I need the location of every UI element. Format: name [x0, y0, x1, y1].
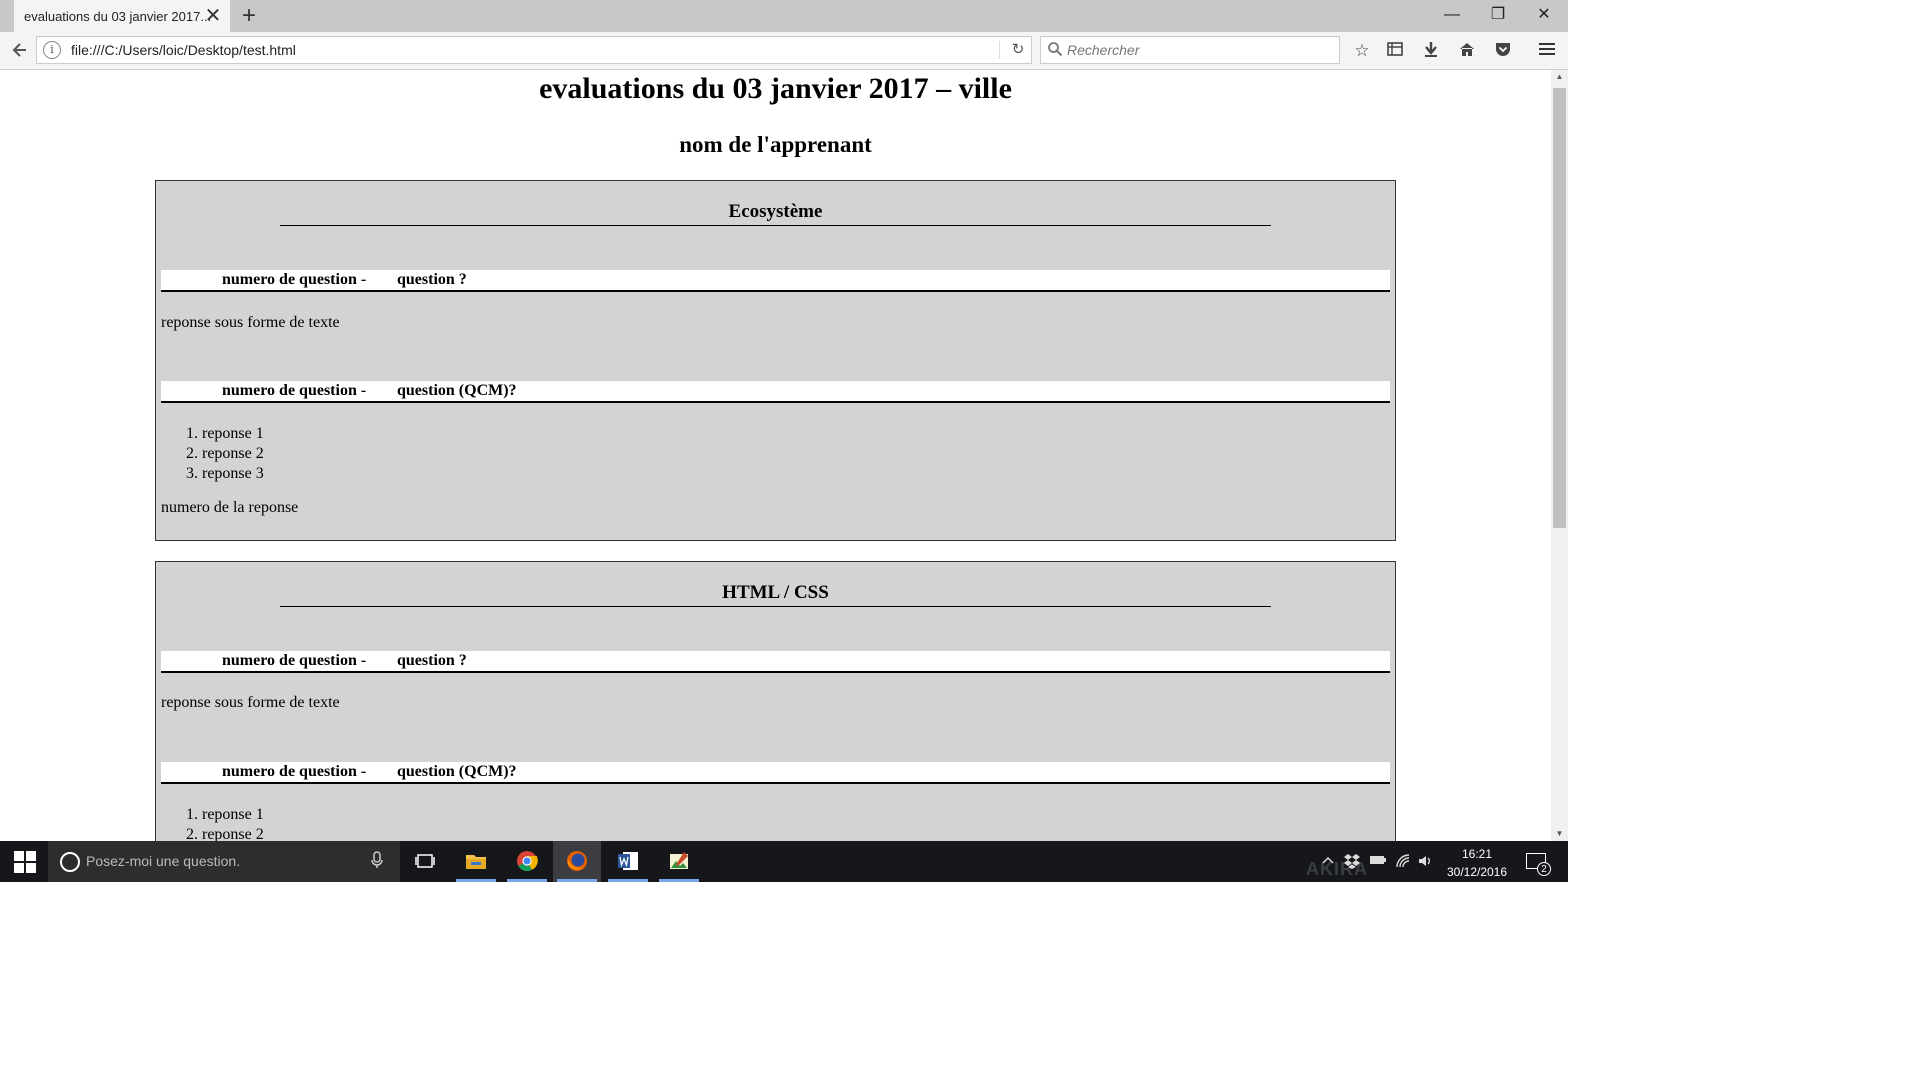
clock-date: 30/12/2016 [1446, 865, 1508, 879]
tab-bar: evaluations du 03 janvier 2017... ✕ + — … [0, 0, 1568, 32]
cortana-placeholder: Posez-moi une question. [86, 853, 241, 869]
home-icon[interactable] [1455, 40, 1479, 62]
menu-icon[interactable] [1535, 40, 1559, 62]
close-tab-icon[interactable]: ✕ [202, 5, 224, 27]
url-text[interactable]: file:///C:/Users/loic/Desktop/test.html [71, 42, 296, 58]
bookmarks-list-icon[interactable] [1383, 40, 1407, 62]
question-text: question (QCM)? [397, 382, 517, 399]
question-number: numero de question - [222, 271, 367, 288]
chevron-up-icon[interactable] [1321, 853, 1335, 870]
search-placeholder: Rechercher [1067, 42, 1140, 58]
firefox-icon[interactable] [553, 841, 601, 882]
answer-option: reponse 3 [202, 464, 264, 484]
page-title: evaluations du 03 janvier 2017 – ville [539, 72, 1012, 105]
nav-bar: i file:///C:/Users/loic/Desktop/test.htm… [0, 32, 1568, 70]
question-text: question (QCM)? [397, 763, 517, 780]
section-title: HTML / CSS [280, 582, 1271, 607]
selected-answer: numero de la reponse [161, 499, 299, 516]
close-window-icon[interactable]: ✕ [1521, 0, 1567, 30]
text-answer: reponse sous forme de texte [161, 694, 340, 711]
page-scrollbar[interactable]: ▲ ▼ [1551, 70, 1568, 841]
section-html-css: HTML / CSS numero de question - question… [155, 561, 1396, 841]
question-number: numero de question - [222, 652, 367, 669]
text-answer: reponse sous forme de texte [161, 314, 340, 331]
question-text: question ? [397, 271, 467, 288]
windows-start-icon[interactable] [14, 851, 36, 873]
back-arrow-icon[interactable] [8, 40, 32, 62]
volume-icon[interactable] [1418, 853, 1434, 872]
page-viewport: evaluations du 03 janvier 2017 – ville n… [0, 70, 1551, 841]
scroll-up-icon[interactable]: ▲ [1551, 70, 1568, 84]
question-header: numero de question - question ? [161, 270, 1390, 292]
answer-option: reponse 1 [202, 805, 264, 825]
cortana-search-box[interactable]: Posez-moi une question. [48, 841, 400, 882]
question-header: numero de question - question (QCM)? [161, 381, 1390, 403]
cortana-icon [60, 852, 80, 872]
reload-icon[interactable]: ↻ [1007, 39, 1029, 61]
section-ecosysteme: Ecosystème numero de question - question… [155, 180, 1396, 541]
image-editor-icon[interactable] [655, 841, 703, 882]
learner-name: nom de l'apprenant [679, 132, 872, 157]
search-icon [1047, 41, 1065, 59]
download-icon[interactable] [1419, 40, 1443, 62]
question-header: numero de question - question ? [161, 651, 1390, 673]
word-icon[interactable] [604, 841, 652, 882]
battery-icon[interactable] [1369, 853, 1387, 870]
pocket-icon[interactable] [1491, 40, 1515, 62]
bookmark-star-icon[interactable]: ☆ [1350, 40, 1374, 62]
wifi-icon[interactable] [1395, 853, 1413, 872]
answer-option: reponse 2 [202, 444, 264, 464]
windows-taskbar: Posez-moi une question. AKIRA 16:21 30/1… [0, 841, 1568, 882]
chrome-icon[interactable] [503, 841, 551, 882]
question-number: numero de question - [222, 763, 367, 780]
answer-options: reponse 1 reponse 2 [161, 805, 264, 841]
task-view-icon[interactable] [401, 841, 449, 882]
microphone-icon[interactable] [370, 851, 384, 871]
question-number: numero de question - [222, 382, 367, 399]
answer-option: reponse 2 [202, 825, 264, 841]
browser-tab[interactable]: evaluations du 03 janvier 2017... ✕ [14, 0, 230, 32]
restore-icon[interactable]: ❐ [1475, 0, 1521, 30]
section-title: Ecosystème [280, 201, 1271, 226]
clock-time: 16:21 [1461, 847, 1493, 861]
answer-option: reponse 1 [202, 424, 264, 444]
dropbox-icon[interactable] [1344, 853, 1360, 872]
info-icon[interactable]: i [43, 41, 61, 59]
url-divider [999, 41, 1000, 59]
minimize-icon[interactable]: — [1429, 0, 1475, 30]
question-header: numero de question - question (QCM)? [161, 762, 1390, 784]
scrollbar-thumb[interactable] [1553, 88, 1566, 528]
new-tab-icon[interactable]: + [236, 3, 262, 29]
scroll-down-icon[interactable]: ▼ [1551, 827, 1568, 841]
file-explorer-icon[interactable] [452, 841, 500, 882]
notification-count: 2 [1537, 862, 1551, 876]
search-bar[interactable]: Rechercher [1040, 36, 1340, 64]
answer-options: reponse 1 reponse 2 reponse 3 [161, 424, 264, 484]
url-bar[interactable]: i file:///C:/Users/loic/Desktop/test.htm… [36, 36, 1032, 64]
system-clock[interactable]: 16:21 30/12/2016 [1444, 845, 1510, 881]
question-text: question ? [397, 652, 467, 669]
tab-title: evaluations du 03 janvier 2017... [24, 9, 212, 24]
